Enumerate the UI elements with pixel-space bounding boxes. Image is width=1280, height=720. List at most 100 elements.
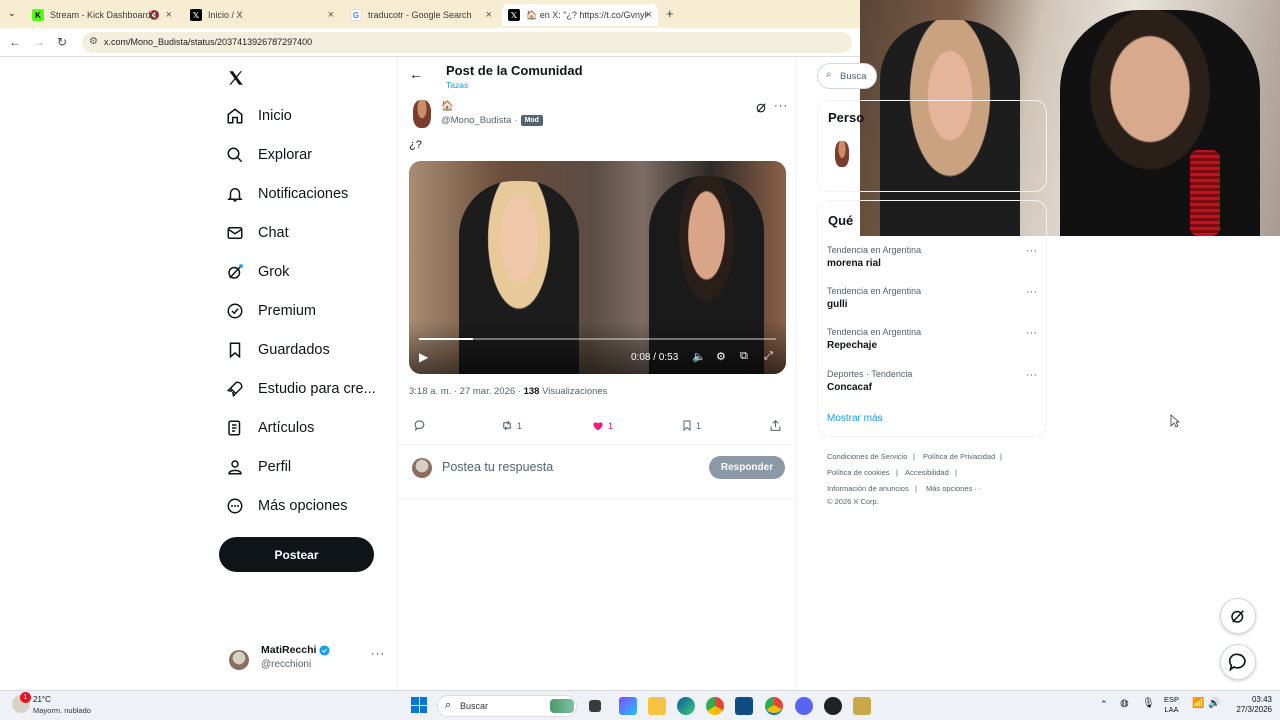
nav-item-premium[interactable]: Premium: [226, 302, 316, 320]
more-circle-icon: [227, 498, 243, 514]
more-icon[interactable]: ···: [1026, 245, 1037, 257]
author-handle[interactable]: @Mono_Budista: [441, 115, 511, 126]
nav-item-articulos[interactable]: Artículos: [226, 419, 314, 437]
people-card: Perso: [817, 100, 1047, 192]
volume-icon[interactable]: 🔊: [1208, 698, 1220, 709]
back-icon[interactable]: ←: [9, 35, 21, 49]
grok-float-button[interactable]: [1220, 598, 1256, 634]
tray-chevron-icon[interactable]: ⌃: [1100, 699, 1108, 710]
x-logo-icon[interactable]: [227, 69, 245, 87]
tab-search-chevron-icon[interactable]: ⌄: [8, 8, 16, 19]
wifi-icon[interactable]: 📶: [1192, 698, 1204, 709]
video-progress-track[interactable]: [419, 338, 776, 340]
url-input[interactable]: ⚙ x.com/Mono_Budista/status/203741392678…: [82, 32, 852, 53]
new-tab-icon[interactable]: +: [666, 6, 674, 21]
close-icon[interactable]: ×: [166, 9, 172, 21]
nav-item-inicio[interactable]: Inicio: [226, 107, 292, 125]
nav-item-notificaciones[interactable]: Notificaciones: [226, 185, 348, 203]
store-icon[interactable]: [735, 697, 753, 715]
obs-icon[interactable]: [824, 697, 842, 715]
task-view-icon[interactable]: [589, 700, 601, 712]
footer-link[interactable]: Información de anuncios: [827, 484, 909, 493]
reload-icon[interactable]: ↻: [57, 35, 67, 49]
nav-item-mas-opciones[interactable]: Más opciones: [226, 497, 347, 515]
settings-icon[interactable]: ⚙: [716, 350, 726, 363]
community-link[interactable]: Tazas: [446, 80, 468, 90]
tab-x-post[interactable]: 𝕏 🏠 en X: "¿? https://t.co/GvnyK ×: [502, 4, 658, 26]
microphone-icon[interactable]: 🎙: [1142, 698, 1155, 709]
reply-submit-button[interactable]: Responder: [709, 456, 785, 479]
more-icon[interactable]: ···: [371, 648, 385, 660]
more-icon[interactable]: ···: [1026, 369, 1037, 381]
nav-item-grok[interactable]: Grok: [226, 263, 289, 281]
account-switcher[interactable]: MatiRecchi @recchioni ···: [226, 644, 391, 674]
footer-link[interactable]: Política de cookies: [827, 468, 890, 477]
footer-link[interactable]: Política de Privacidad: [923, 452, 995, 461]
file-explorer-icon[interactable]: [648, 697, 666, 715]
trend-name: morena rial: [827, 258, 881, 269]
trend-item[interactable]: Tendencia en Argentina Repechaje ···: [827, 327, 1047, 351]
close-icon[interactable]: ×: [328, 9, 334, 21]
weather-icon[interactable]: 1: [12, 692, 31, 713]
messages-float-button[interactable]: [1220, 644, 1256, 680]
share-icon[interactable]: [769, 419, 782, 432]
nav-item-chat[interactable]: Chat: [226, 224, 289, 242]
more-icon[interactable]: ···: [774, 100, 788, 112]
search-input[interactable]: ⌕ Busca: [817, 63, 877, 89]
close-icon[interactable]: ×: [646, 9, 652, 21]
footer-link[interactable]: Condiciones de Servicio: [827, 452, 907, 461]
nav-item-estudio[interactable]: Estudio para cre...: [226, 380, 376, 398]
pip-icon[interactable]: ⧉: [740, 350, 748, 363]
video-player[interactable]: ▶ 0:08 / 0:53 🔈 ⚙ ⧉ ⤢: [409, 161, 786, 374]
tray-app-icon[interactable]: ◍: [1120, 698, 1129, 709]
avatar[interactable]: [835, 141, 849, 167]
site-info-icon[interactable]: ⚙: [89, 36, 98, 47]
nav-label: Inicio: [258, 108, 292, 124]
back-arrow-icon[interactable]: ←: [409, 66, 423, 82]
post-meta: 3:18 a. m. · 27 mar. 2026 · 138 Visualiz…: [409, 386, 608, 397]
author-name[interactable]: 🏠: [441, 101, 453, 112]
nav-item-explorar[interactable]: Explorar: [226, 146, 312, 164]
footer-link[interactable]: Accesibilidad: [905, 468, 949, 477]
tab-kick[interactable]: K Stream - Kick Dashboard 🔇 ×: [26, 4, 178, 26]
post-button[interactable]: Postear: [219, 537, 374, 572]
language-indicator[interactable]: ESP LAA: [1164, 695, 1179, 715]
mute-icon[interactable]: 🔇: [149, 10, 160, 21]
copilot-icon[interactable]: [619, 697, 637, 715]
chrome-icon[interactable]: [706, 697, 724, 715]
trend-item[interactable]: Tendencia en Argentina morena rial ···: [827, 245, 1047, 269]
fullscreen-icon[interactable]: ⤢: [764, 350, 773, 363]
clock[interactable]: 03:43 27/3/2026: [1226, 695, 1272, 715]
trend-item[interactable]: Deportes · Tendencia Concacaf ···: [827, 369, 1047, 393]
weather-temp[interactable]: 21°C: [33, 695, 51, 704]
reply-button[interactable]: [413, 419, 426, 432]
play-icon[interactable]: ▶: [419, 350, 428, 364]
author-avatar[interactable]: [413, 100, 431, 128]
edge-icon[interactable]: [677, 697, 695, 715]
forward-icon[interactable]: →: [33, 35, 45, 49]
discord-icon[interactable]: [795, 697, 813, 715]
close-icon[interactable]: ×: [486, 9, 492, 21]
footer-separator: |: [913, 452, 915, 461]
weather-desc[interactable]: Mayorm. nublado: [33, 706, 91, 715]
taskbar-search[interactable]: ⌕ Buscar: [437, 695, 577, 717]
like-button[interactable]: 1: [591, 419, 613, 432]
more-icon[interactable]: ···: [1026, 327, 1037, 339]
nav-item-guardados[interactable]: Guardados: [226, 341, 330, 359]
show-more-link[interactable]: Mostrar más: [827, 413, 883, 424]
chrome-icon[interactable]: [765, 697, 783, 715]
tab-x-inicio[interactable]: 𝕏 Inicio / X ×: [184, 4, 340, 26]
trend-item[interactable]: Tendencia en Argentina gulli ···: [827, 286, 1047, 310]
repost-button[interactable]: 1: [500, 419, 522, 432]
bookmark-button[interactable]: 1: [681, 419, 701, 432]
post-time[interactable]: 3:18 a. m. · 27 mar. 2026: [409, 386, 515, 397]
windows-start-icon[interactable]: [411, 697, 427, 713]
more-icon[interactable]: ···: [1026, 286, 1037, 298]
reply-input[interactable]: Postea tu respuesta: [442, 460, 553, 474]
grok-icon[interactable]: [755, 101, 768, 114]
footer-link[interactable]: Más opciones ···: [926, 484, 982, 493]
volume-icon[interactable]: 🔈: [692, 350, 706, 363]
nav-item-perfil[interactable]: Perfil: [226, 458, 291, 476]
tab-google[interactable]: G traducotr - Google Search ×: [344, 4, 498, 26]
app-icon[interactable]: [853, 697, 871, 715]
